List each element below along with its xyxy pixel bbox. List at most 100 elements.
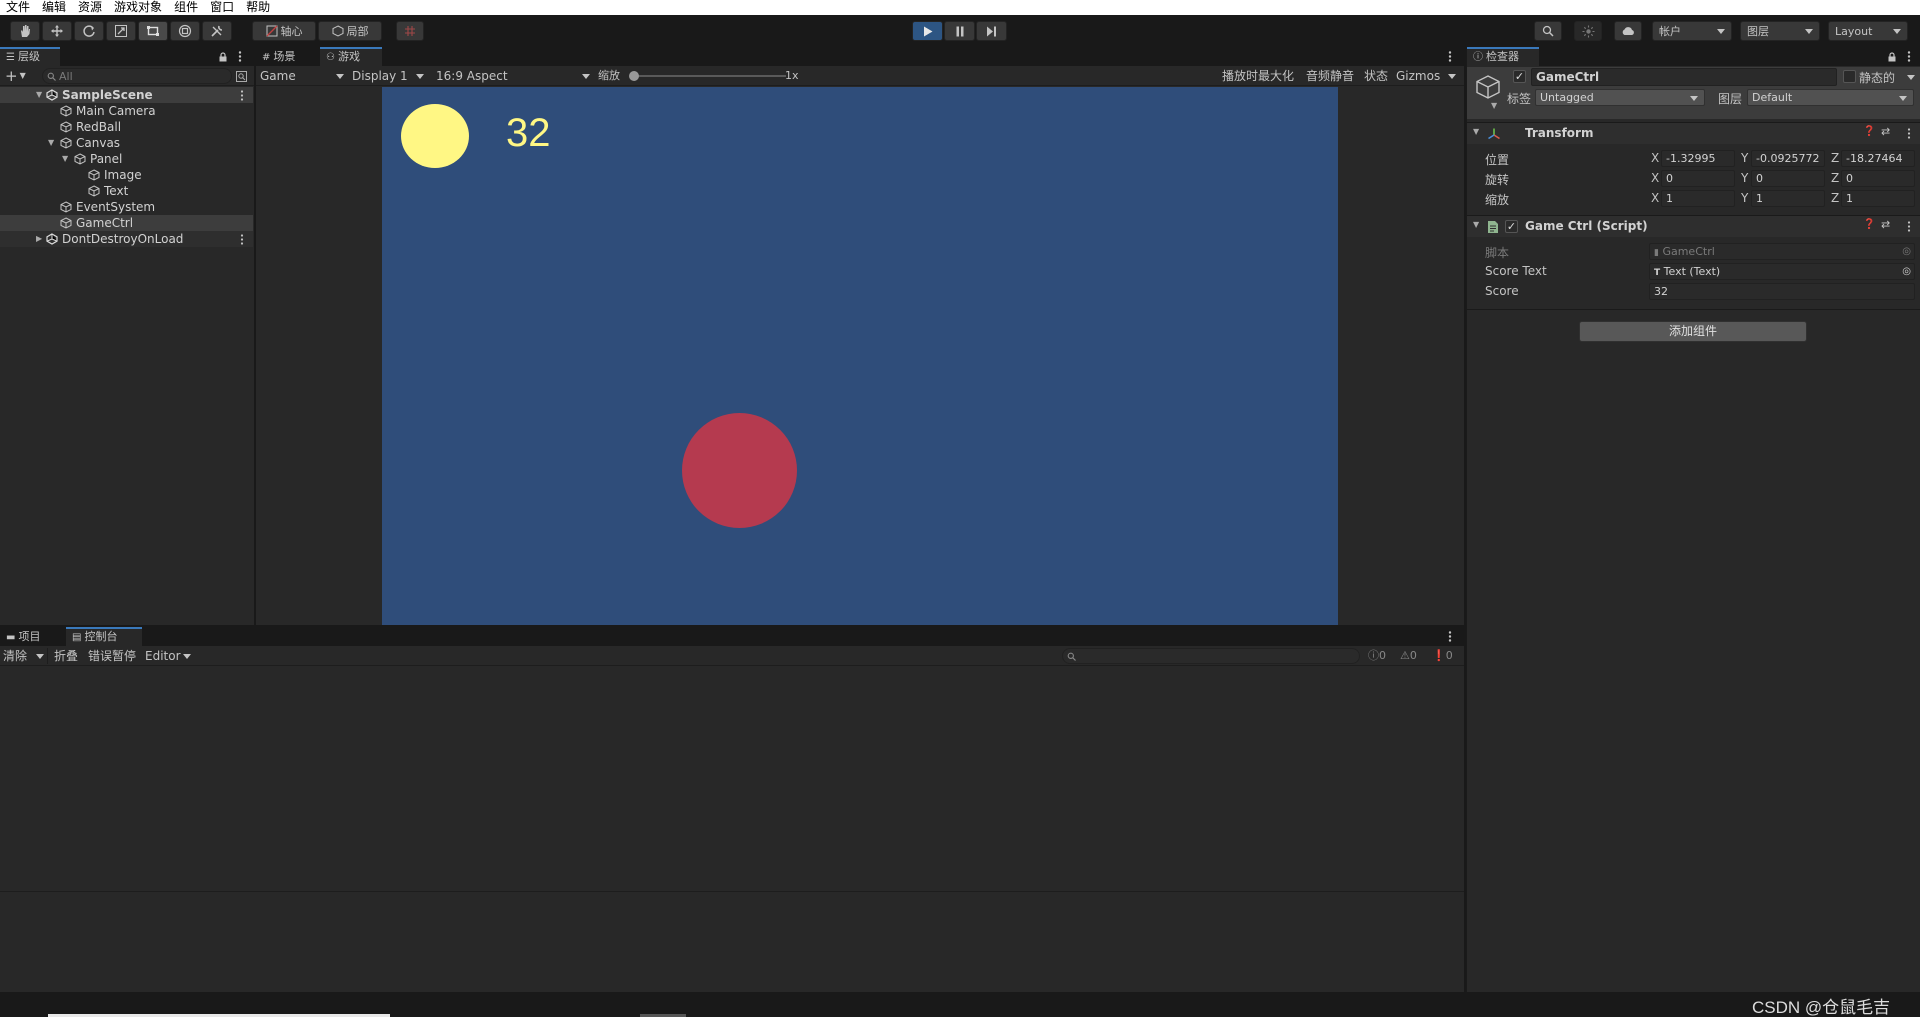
- tab-inspector[interactable]: ⓘ 检查器: [1467, 47, 1539, 66]
- tab-scene[interactable]: # 场景: [256, 47, 318, 66]
- rotation-z-field[interactable]: 0: [1841, 170, 1915, 187]
- scale-z-field[interactable]: 1: [1841, 190, 1915, 207]
- axis-z-label[interactable]: Z: [1831, 191, 1839, 205]
- axis-x-label[interactable]: X: [1651, 151, 1659, 165]
- lock-icon[interactable]: [1887, 52, 1897, 62]
- axis-z-label[interactable]: Z: [1831, 151, 1839, 165]
- gizmos-toggle[interactable]: Gizmos: [1396, 68, 1440, 84]
- rotate-tool-button[interactable]: [74, 21, 104, 41]
- local-toggle[interactable]: 局部: [318, 21, 382, 41]
- cloud-button[interactable]: [1614, 21, 1642, 41]
- grid-snap-button[interactable]: [396, 21, 424, 41]
- hierarchy-item-eventsystem[interactable]: EventSystem: [0, 199, 253, 215]
- tag-dropdown[interactable]: Untagged: [1535, 89, 1705, 106]
- axis-x-label[interactable]: X: [1651, 191, 1659, 205]
- presets-icon[interactable]: ⇄: [1881, 125, 1890, 138]
- expand-arrow-icon[interactable]: ▼: [1473, 220, 1479, 229]
- search-filter-icon[interactable]: [236, 71, 247, 82]
- pause-button[interactable]: [944, 21, 975, 41]
- static-dropdown-icon[interactable]: [1907, 75, 1915, 80]
- position-y-field[interactable]: -0.0925772: [1751, 150, 1825, 167]
- scale-slider-track[interactable]: [634, 75, 786, 77]
- search-button[interactable]: [1534, 21, 1562, 41]
- aspect-select[interactable]: 16:9 Aspect: [436, 68, 592, 84]
- gizmos-dropdown-icon[interactable]: [1448, 74, 1456, 79]
- menu-window[interactable]: 窗口: [204, 0, 240, 15]
- move-tool-button[interactable]: [42, 21, 72, 41]
- hierarchy-item-main-camera[interactable]: Main Camera: [0, 103, 253, 119]
- transform-tool-button[interactable]: [170, 21, 200, 41]
- hierarchy-scene-row[interactable]: ▼ SampleScene: [0, 87, 253, 103]
- kebab-menu-icon[interactable]: [240, 90, 244, 101]
- console-detail-area[interactable]: [0, 893, 1464, 992]
- position-x-field[interactable]: -1.32995: [1661, 150, 1735, 167]
- hierarchy-item-canvas[interactable]: ▼ Canvas: [0, 135, 253, 151]
- score-text-field[interactable]: T Text (Text) ◎: [1649, 263, 1915, 280]
- script-component-header[interactable]: ▼ ✓ Game Ctrl (Script) ❓ ⇄: [1467, 215, 1920, 237]
- hierarchy-item-text[interactable]: Text: [0, 183, 253, 199]
- stats-toggle[interactable]: 状态: [1364, 68, 1388, 84]
- menu-file[interactable]: 文件: [0, 0, 36, 15]
- kebab-menu-icon[interactable]: [238, 51, 242, 62]
- add-object-button[interactable]: + ▼: [5, 68, 33, 84]
- axis-x-label[interactable]: X: [1651, 171, 1659, 185]
- kebab-menu-icon[interactable]: [240, 234, 244, 245]
- warning-count-toggle[interactable]: ⚠0: [1400, 648, 1417, 664]
- console-log-list[interactable]: [0, 667, 1464, 892]
- layers-dropdown[interactable]: 图层: [1740, 21, 1820, 41]
- scale-y-field[interactable]: 1: [1751, 190, 1825, 207]
- collapse-toggle[interactable]: 折叠: [54, 648, 78, 664]
- tab-console[interactable]: ▤ 控制台: [66, 627, 142, 646]
- collapse-arrow-icon[interactable]: ▶: [36, 231, 42, 247]
- clear-button[interactable]: 清除: [3, 648, 27, 664]
- error-pause-toggle[interactable]: 错误暂停: [88, 648, 136, 664]
- hierarchy-item-image[interactable]: Image: [0, 167, 253, 183]
- menu-help[interactable]: 帮助: [240, 0, 276, 15]
- pivot-toggle[interactable]: 轴心: [252, 21, 316, 41]
- position-z-field[interactable]: -18.27464: [1841, 150, 1915, 167]
- account-dropdown[interactable]: 帐户: [1652, 21, 1732, 41]
- error-count-toggle[interactable]: ❗0: [1432, 648, 1453, 664]
- scale-slider-handle[interactable]: [629, 71, 639, 81]
- maximize-on-play-toggle[interactable]: 播放时最大化: [1222, 68, 1294, 84]
- menu-component[interactable]: 组件: [168, 0, 204, 15]
- rotation-y-field[interactable]: 0: [1751, 170, 1825, 187]
- help-icon[interactable]: ❓: [1863, 219, 1875, 230]
- hierarchy-dontdestroy-row[interactable]: ▶ DontDestroyOnLoad: [0, 231, 253, 247]
- static-checkbox[interactable]: [1843, 70, 1856, 83]
- hierarchy-item-gamectrl[interactable]: GameCtrl: [0, 215, 253, 231]
- score-field[interactable]: 32: [1649, 283, 1915, 300]
- console-search-input[interactable]: [1062, 648, 1360, 664]
- kebab-menu-icon[interactable]: [1907, 51, 1911, 62]
- expand-arrow-icon[interactable]: ▼: [48, 135, 54, 151]
- kebab-menu-icon[interactable]: [1448, 51, 1452, 62]
- object-picker-icon[interactable]: ◎: [1902, 264, 1911, 279]
- hand-tool-button[interactable]: [10, 21, 40, 41]
- help-icon[interactable]: ❓: [1863, 126, 1875, 137]
- hierarchy-item-panel[interactable]: ▼ Panel: [0, 151, 253, 167]
- menu-edit[interactable]: 编辑: [36, 0, 72, 15]
- tab-game[interactable]: ⚇ 游戏: [320, 47, 382, 66]
- scale-tool-button[interactable]: [106, 21, 136, 41]
- transform-header[interactable]: ▼ Transform ❓ ⇄: [1467, 122, 1920, 144]
- log-count-toggle[interactable]: ⓘ0: [1368, 648, 1386, 664]
- display-select[interactable]: Display 1: [352, 68, 426, 84]
- hierarchy-search-input[interactable]: All: [42, 68, 232, 84]
- clear-options-icon[interactable]: [36, 654, 44, 659]
- editor-target-dropdown[interactable]: Editor: [145, 648, 181, 664]
- expand-arrow-icon[interactable]: ▼: [1473, 127, 1479, 136]
- scale-x-field[interactable]: 1: [1661, 190, 1735, 207]
- axis-z-label[interactable]: Z: [1831, 171, 1839, 185]
- axis-y-label[interactable]: Y: [1741, 151, 1748, 165]
- presets-icon[interactable]: ⇄: [1881, 218, 1890, 231]
- chevron-down-icon[interactable]: [183, 654, 191, 659]
- component-enabled-checkbox[interactable]: ✓: [1505, 220, 1518, 233]
- rect-tool-button[interactable]: [138, 21, 168, 41]
- rotation-x-field[interactable]: 0: [1661, 170, 1735, 187]
- kebab-menu-icon[interactable]: [1448, 631, 1452, 642]
- kebab-menu-icon[interactable]: [1907, 221, 1911, 232]
- icon-dropdown-arrow[interactable]: ▼: [1491, 101, 1497, 110]
- play-button[interactable]: [912, 21, 943, 41]
- mute-audio-toggle[interactable]: 音频静音: [1306, 68, 1354, 84]
- collab-button[interactable]: [1574, 21, 1602, 41]
